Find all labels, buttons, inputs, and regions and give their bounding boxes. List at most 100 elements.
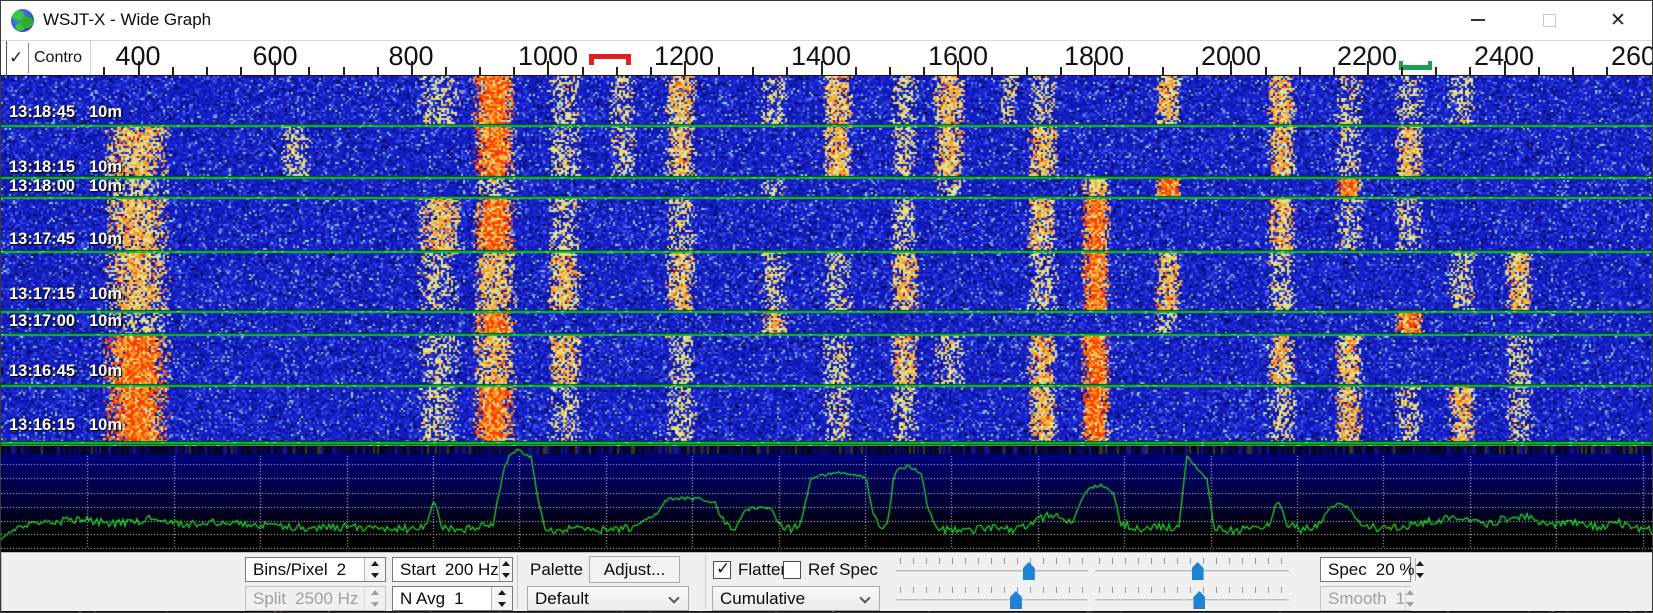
minimize-icon <box>1471 19 1485 21</box>
palette-select-value: Default <box>535 589 589 609</box>
divider <box>28 43 29 73</box>
wf-gain-slider[interactable] <box>894 555 1090 583</box>
close-button[interactable]: ✕ <box>1592 1 1644 39</box>
control-panel: Bins/Pixel2 Start200 Hz Palette Adjust..… <box>1 552 1653 611</box>
spin-arrows <box>491 587 512 610</box>
n-avg-label: N Avg <box>400 589 445 609</box>
scale-frequency-label: 2200 <box>1337 41 1397 72</box>
scale-tick <box>1026 67 1028 75</box>
slider-ticks <box>1099 558 1285 564</box>
scale-tick <box>1196 67 1198 75</box>
ref-spec-label: Ref Spec <box>808 560 878 580</box>
spin-down-button[interactable] <box>1416 570 1424 582</box>
timestamp: 13:18:00 <box>9 177 75 196</box>
timestamp: 13:16:15 <box>9 416 75 435</box>
spin-up-button[interactable] <box>1416 558 1424 570</box>
split-label: Split <box>253 589 286 609</box>
spectrum-display[interactable] <box>1 446 1653 552</box>
maximize-icon <box>1543 14 1556 27</box>
spin-down-button <box>1406 599 1414 611</box>
title-bar[interactable]: WSJT-X - Wide Graph ✕ <box>1 1 1652 41</box>
minimize-button[interactable] <box>1452 1 1504 39</box>
spin-down-button[interactable] <box>492 599 512 611</box>
spin-up-button[interactable] <box>492 587 512 599</box>
slider-ticks <box>900 587 1084 593</box>
arrow-up-icon <box>502 561 510 566</box>
slider-handle[interactable] <box>1192 562 1204 580</box>
scale-tick <box>855 67 857 75</box>
timestamp: 13:17:15 <box>9 285 75 304</box>
arrow-up-icon <box>1406 590 1414 595</box>
smooth-value: 1 <box>1396 589 1405 609</box>
scale-tick <box>889 67 891 75</box>
scale-frequency-label: 2000 <box>1201 41 1261 72</box>
frequency-scale[interactable]: ✓ Contro 4006008001000120014001600180020… <box>1 41 1652 76</box>
check-icon: ✓ <box>716 559 730 579</box>
ref-spec-checkbox-group[interactable]: ✓ Ref Spec <box>783 560 878 580</box>
scale-tick <box>718 67 720 75</box>
wf-zero-slider[interactable] <box>1093 555 1291 583</box>
controls-toggle-label: Contro <box>34 49 82 67</box>
check-icon: ✓ <box>9 48 23 68</box>
spectrum-canvas[interactable] <box>1 446 1653 552</box>
scale-tick <box>616 67 618 75</box>
spin-down-button[interactable] <box>365 570 385 582</box>
flatten-checkbox[interactable]: ✓ <box>713 561 731 579</box>
slider-handle[interactable] <box>1023 562 1035 580</box>
band-label: 10m <box>89 230 122 249</box>
slider-handle[interactable] <box>1193 591 1205 609</box>
scale-tick <box>172 67 174 75</box>
flatten-checkbox-group[interactable]: ✓ Flatten <box>713 560 790 580</box>
slider-groove[interactable] <box>896 599 1088 601</box>
bins-per-pixel-value: 2 <box>337 560 346 580</box>
tx-frequency-marker[interactable] <box>1399 61 1432 70</box>
splitter-handle[interactable] <box>6 41 7 76</box>
scale-tick <box>923 67 925 75</box>
spec-percent-spinbox[interactable]: Spec20 % <box>1320 557 1411 582</box>
waterfall-display[interactable]: 13:18:4510m13:18:1510m13:18:0010m13:17:4… <box>1 76 1653 446</box>
arrow-down-icon <box>1416 573 1424 578</box>
scale-tick <box>1469 67 1471 75</box>
slider-groove[interactable] <box>896 570 1088 572</box>
arrow-down-icon <box>502 573 510 578</box>
timestamp: 13:18:15 <box>9 158 75 177</box>
band-label: 10m <box>89 362 122 381</box>
scale-tick <box>582 67 584 75</box>
scale-tick <box>479 67 481 75</box>
arrow-down-icon <box>1406 602 1414 607</box>
spec-zero-slider[interactable] <box>1093 584 1291 612</box>
spin-down-button[interactable] <box>500 570 512 582</box>
spin-up-button[interactable] <box>500 558 512 570</box>
timestamp: 13:17:45 <box>9 230 75 249</box>
scale-frequency-label: 400 <box>115 41 160 72</box>
bins-per-pixel-spinbox[interactable]: Bins/Pixel2 <box>245 557 386 582</box>
mode-select[interactable]: Cumulative <box>712 586 880 611</box>
scale-tick <box>343 67 345 75</box>
controls-toggle[interactable]: ✓ Contro <box>1 41 91 75</box>
scale-tick <box>1128 67 1130 75</box>
rx-frequency-marker[interactable] <box>589 54 631 65</box>
spec-label: Spec <box>1328 560 1367 580</box>
scale-tick <box>1572 67 1574 75</box>
window-title: WSJT-X - Wide Graph <box>43 10 211 30</box>
n-avg-spinbox[interactable]: N Avg 1 <box>392 586 513 611</box>
spec-gain-slider[interactable] <box>894 584 1090 612</box>
slider-groove[interactable] <box>1095 599 1289 601</box>
spin-up-button <box>1406 587 1414 599</box>
scale-tick <box>1435 67 1437 75</box>
timestamp: 13:18:45 <box>9 103 75 122</box>
maximize-button[interactable] <box>1523 1 1575 39</box>
n-avg-value: 1 <box>454 589 463 609</box>
palette-select[interactable]: Default <box>527 586 689 611</box>
adjust-button[interactable]: Adjust... <box>589 556 680 583</box>
ref-spec-checkbox[interactable]: ✓ <box>783 561 801 579</box>
start-freq-spinbox[interactable]: Start200 Hz <box>392 557 513 582</box>
slider-handle[interactable] <box>1010 591 1022 609</box>
waterfall-canvas[interactable] <box>1 76 1653 446</box>
timestamp: 13:17:00 <box>9 312 75 331</box>
wsjtx-globe-icon <box>11 9 34 32</box>
scale-tick <box>1299 67 1301 75</box>
scale-tick <box>206 67 208 75</box>
chevron-down-icon <box>668 592 679 603</box>
spin-up-button[interactable] <box>365 558 385 570</box>
